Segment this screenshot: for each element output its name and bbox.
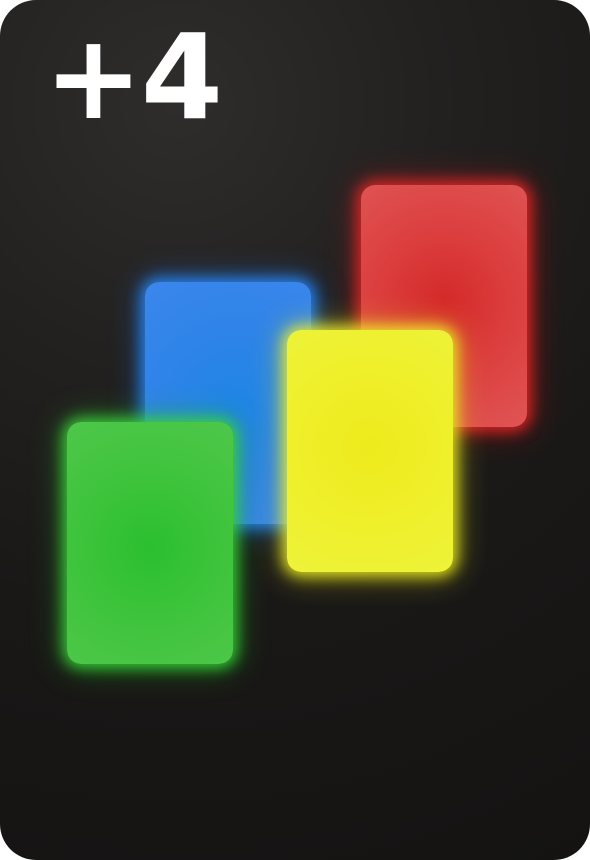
card-value-label: +4 <box>44 8 223 146</box>
wild-draw-four-card[interactable]: +4 <box>0 0 590 860</box>
yellow-card-icon <box>287 330 453 572</box>
green-card-icon <box>67 422 233 664</box>
